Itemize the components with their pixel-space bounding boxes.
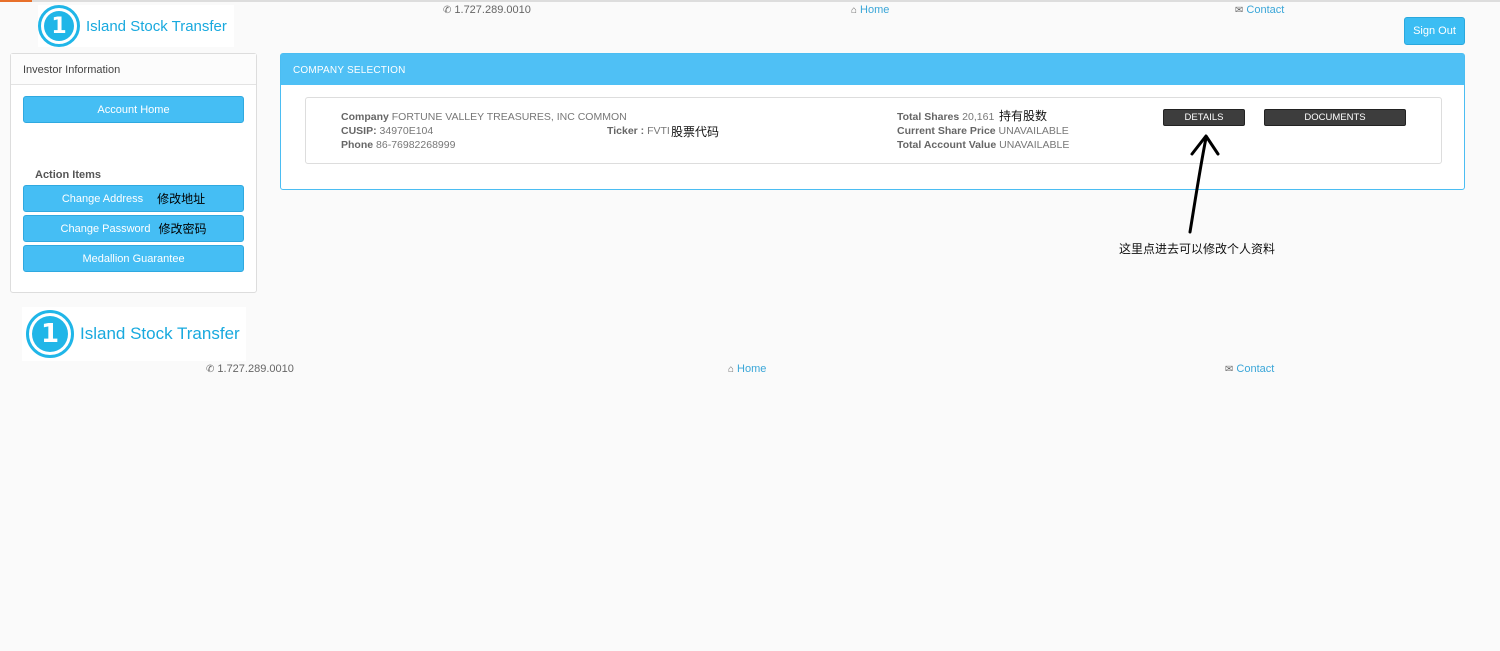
total-shares-value: 20,161 — [962, 111, 995, 123]
company-value: FORTUNE VALLEY TREASURES, INC COMMON — [391, 111, 627, 123]
ticker-annotation: 股票代码 — [671, 125, 720, 139]
home-icon: ⌂ — [851, 4, 858, 16]
company-field: Company FORTUNE VALLEY TREASURES, INC CO… — [341, 111, 627, 123]
logo-text: Island Stock Transfer — [86, 17, 227, 35]
header-phone-number: 1.727.289.0010 — [454, 4, 531, 16]
total-shares-field: Total Shares 20,161 — [897, 111, 994, 123]
footer-logo-text: Island Stock Transfer — [80, 324, 240, 343]
action-items-title: Action Items — [35, 169, 102, 181]
panel-title: COMPANY SELECTION — [281, 54, 1464, 85]
header-home-link[interactable]: ⌂ Home — [851, 4, 889, 16]
cusip-value: 34970E104 — [379, 125, 434, 137]
footer-logo-mark-icon: 1 — [26, 310, 74, 358]
footer-logo[interactable]: 1 Island Stock Transfer — [22, 307, 246, 361]
change-password-label: Change Password — [60, 222, 151, 235]
medallion-guarantee-button[interactable]: Medallion Guarantee — [23, 245, 244, 272]
change-address-annotation: 修改地址 — [157, 192, 206, 206]
change-address-button[interactable]: Change Address 修改地址 — [23, 185, 244, 212]
cusip-field: CUSIP: 34970E104 — [341, 125, 433, 137]
account-home-label: Account Home — [97, 103, 170, 116]
share-price-value: UNAVAILABLE — [998, 125, 1069, 137]
change-password-button[interactable]: Change Password 修改密码 — [23, 215, 244, 242]
share-price-field: Current Share Price UNAVAILABLE — [897, 125, 1069, 137]
footer-home-label[interactable]: Home — [737, 363, 766, 375]
company-label: Company — [341, 111, 389, 123]
envelope-icon: ✉ — [1235, 4, 1244, 16]
account-home-button[interactable]: Account Home — [23, 96, 244, 123]
total-shares-label: Total Shares — [897, 111, 960, 123]
account-value-field: Total Account Value UNAVAILABLE — [897, 139, 1069, 151]
header-phone: ✆ 1.727.289.0010 — [443, 4, 531, 16]
logo-mark-icon: 1 — [38, 5, 80, 47]
header-home-label[interactable]: Home — [860, 4, 889, 16]
footer-home-icon: ⌂ — [728, 363, 735, 375]
phone-icon: ✆ — [443, 4, 452, 16]
header-contact-link[interactable]: ✉ Contact — [1235, 4, 1284, 16]
company-selection-panel: COMPANY SELECTION Company FORTUNE VALLEY… — [280, 53, 1465, 190]
phone-value: 86-76982268999 — [376, 139, 456, 151]
sign-out-button[interactable]: Sign Out — [1404, 17, 1465, 45]
footer-home-link[interactable]: ⌂ Home — [728, 363, 766, 375]
footer-contact-link[interactable]: ✉ Contact — [1225, 363, 1274, 375]
footer-contact-label[interactable]: Contact — [1236, 363, 1274, 375]
site-logo[interactable]: 1 Island Stock Transfer — [38, 5, 234, 47]
ticker-value: FVTI — [647, 125, 670, 137]
phone-field: Phone 86-76982268999 — [341, 139, 455, 151]
documents-button[interactable]: DOCUMENTS — [1264, 109, 1406, 126]
arrow-annotation-text: 这里点进去可以修改个人资料 — [1119, 242, 1276, 256]
company-card: Company FORTUNE VALLEY TREASURES, INC CO… — [305, 97, 1442, 164]
footer-phone: ✆ 1.727.289.0010 — [206, 363, 294, 375]
change-address-label: Change Address — [61, 192, 144, 205]
medallion-guarantee-label: Medallion Guarantee — [82, 252, 185, 265]
investor-sidebar: Investor Information Account Home Action… — [10, 53, 257, 293]
ticker-label: Ticker : — [607, 125, 645, 137]
footer-phone-number: 1.727.289.0010 — [217, 363, 294, 375]
top-accent-bar — [0, 0, 32, 2]
share-price-label: Current Share Price — [897, 125, 996, 137]
change-password-annotation: 修改密码 — [158, 222, 207, 236]
details-button[interactable]: DETAILS — [1163, 109, 1245, 126]
top-border — [0, 0, 1500, 2]
total-shares-annotation: 持有股数 — [999, 109, 1048, 123]
cusip-label: CUSIP: — [341, 125, 377, 137]
phone-label: Phone — [341, 139, 374, 151]
header-contact-label[interactable]: Contact — [1246, 4, 1284, 16]
sidebar-title: Investor Information — [11, 54, 256, 85]
account-value-value: UNAVAILABLE — [999, 139, 1070, 151]
ticker-field: Ticker : FVTI — [607, 125, 670, 137]
footer-phone-icon: ✆ — [206, 363, 215, 375]
footer-envelope-icon: ✉ — [1225, 363, 1234, 375]
annotation-arrow-icon — [1188, 134, 1220, 234]
account-value-label: Total Account Value — [897, 139, 997, 151]
